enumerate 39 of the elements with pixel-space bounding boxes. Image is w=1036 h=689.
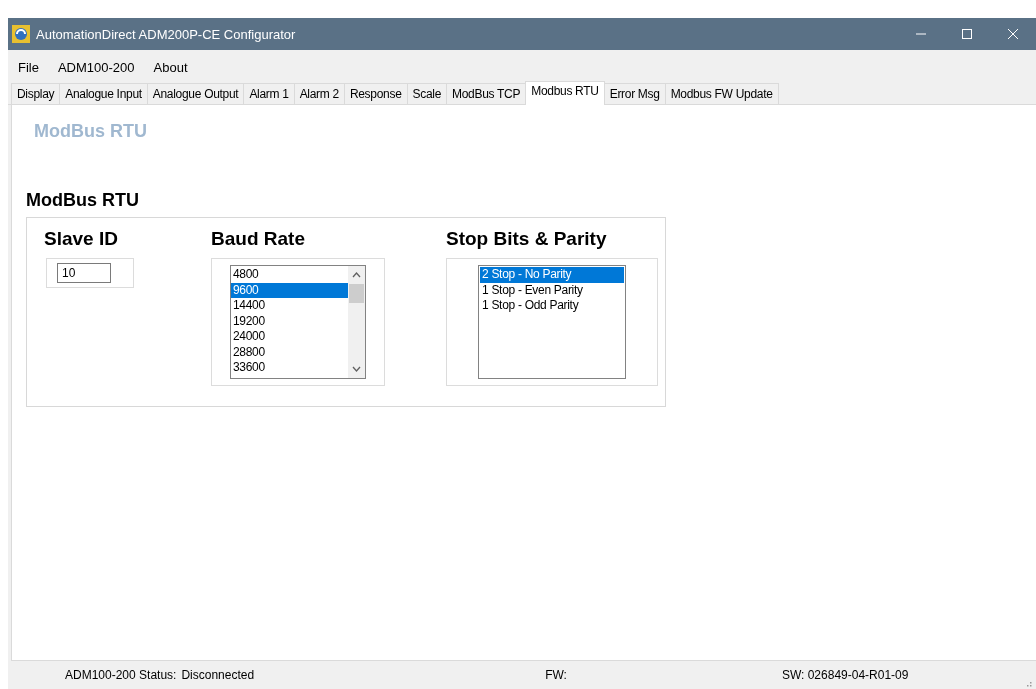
list-item[interactable]: 2 Stop - No Parity <box>480 267 624 283</box>
tab[interactable]: Modbus FW Update <box>664 83 779 104</box>
list-item[interactable]: 14400 <box>231 298 348 314</box>
firmware-label: FW: <box>545 668 567 682</box>
list-item[interactable]: 33600 <box>231 360 348 376</box>
list-item[interactable]: 9600 <box>231 282 348 298</box>
section-title: ModBus RTU <box>26 190 139 211</box>
tab[interactable]: Error Msg <box>603 83 666 104</box>
page-title: ModBus RTU <box>34 121 147 142</box>
software-version: SW: 026849-04-R01-09 <box>781 668 909 682</box>
field-label: Stop Bits & Parity <box>446 228 607 250</box>
status-value: Disconnected <box>181 668 255 682</box>
tab[interactable]: Analogue Output <box>146 83 245 104</box>
menu-item[interactable]: File <box>12 59 52 75</box>
list-item[interactable]: 28800 <box>231 344 348 360</box>
tab[interactable]: Modbus RTU <box>525 81 605 105</box>
resize-grip-icon[interactable] <box>1024 679 1032 687</box>
list-box[interactable]: 2 Stop - No Parity 1 Stop - Even Parity 1 Stop - Odd Parity <box>478 265 626 379</box>
menu-item[interactable]: ADM100-200 <box>51 59 148 75</box>
maximize-icon[interactable] <box>961 28 973 40</box>
field-label: Baud Rate <box>211 228 305 250</box>
scroll-thumb[interactable] <box>349 284 364 303</box>
list-item[interactable]: 19200 <box>231 313 348 329</box>
close-icon[interactable] <box>1007 28 1019 40</box>
scrollbar[interactable] <box>348 266 365 378</box>
tab[interactable]: Response <box>343 83 408 104</box>
list-item[interactable]: 4800 <box>231 267 348 283</box>
input-field[interactable]: 10 <box>57 263 111 283</box>
status-label: ADM100-200 Status: <box>65 668 177 682</box>
app-icon <box>12 25 30 43</box>
field-label: Slave ID <box>44 228 118 250</box>
tab[interactable]: Analogue Input <box>59 83 148 104</box>
tab[interactable]: Display <box>11 83 61 104</box>
list-box[interactable]: 4800 9600 14400 19200 24000 28800 33600 <box>230 265 366 379</box>
list-item[interactable]: 1 Stop - Odd Parity <box>480 298 624 314</box>
list-item[interactable]: 1 Stop - Even Parity <box>480 282 624 298</box>
window-title: AutomationDirect ADM200P-CE Configurator <box>36 26 297 42</box>
menu-item[interactable]: About <box>147 59 201 75</box>
list-item[interactable]: 24000 <box>231 329 348 345</box>
